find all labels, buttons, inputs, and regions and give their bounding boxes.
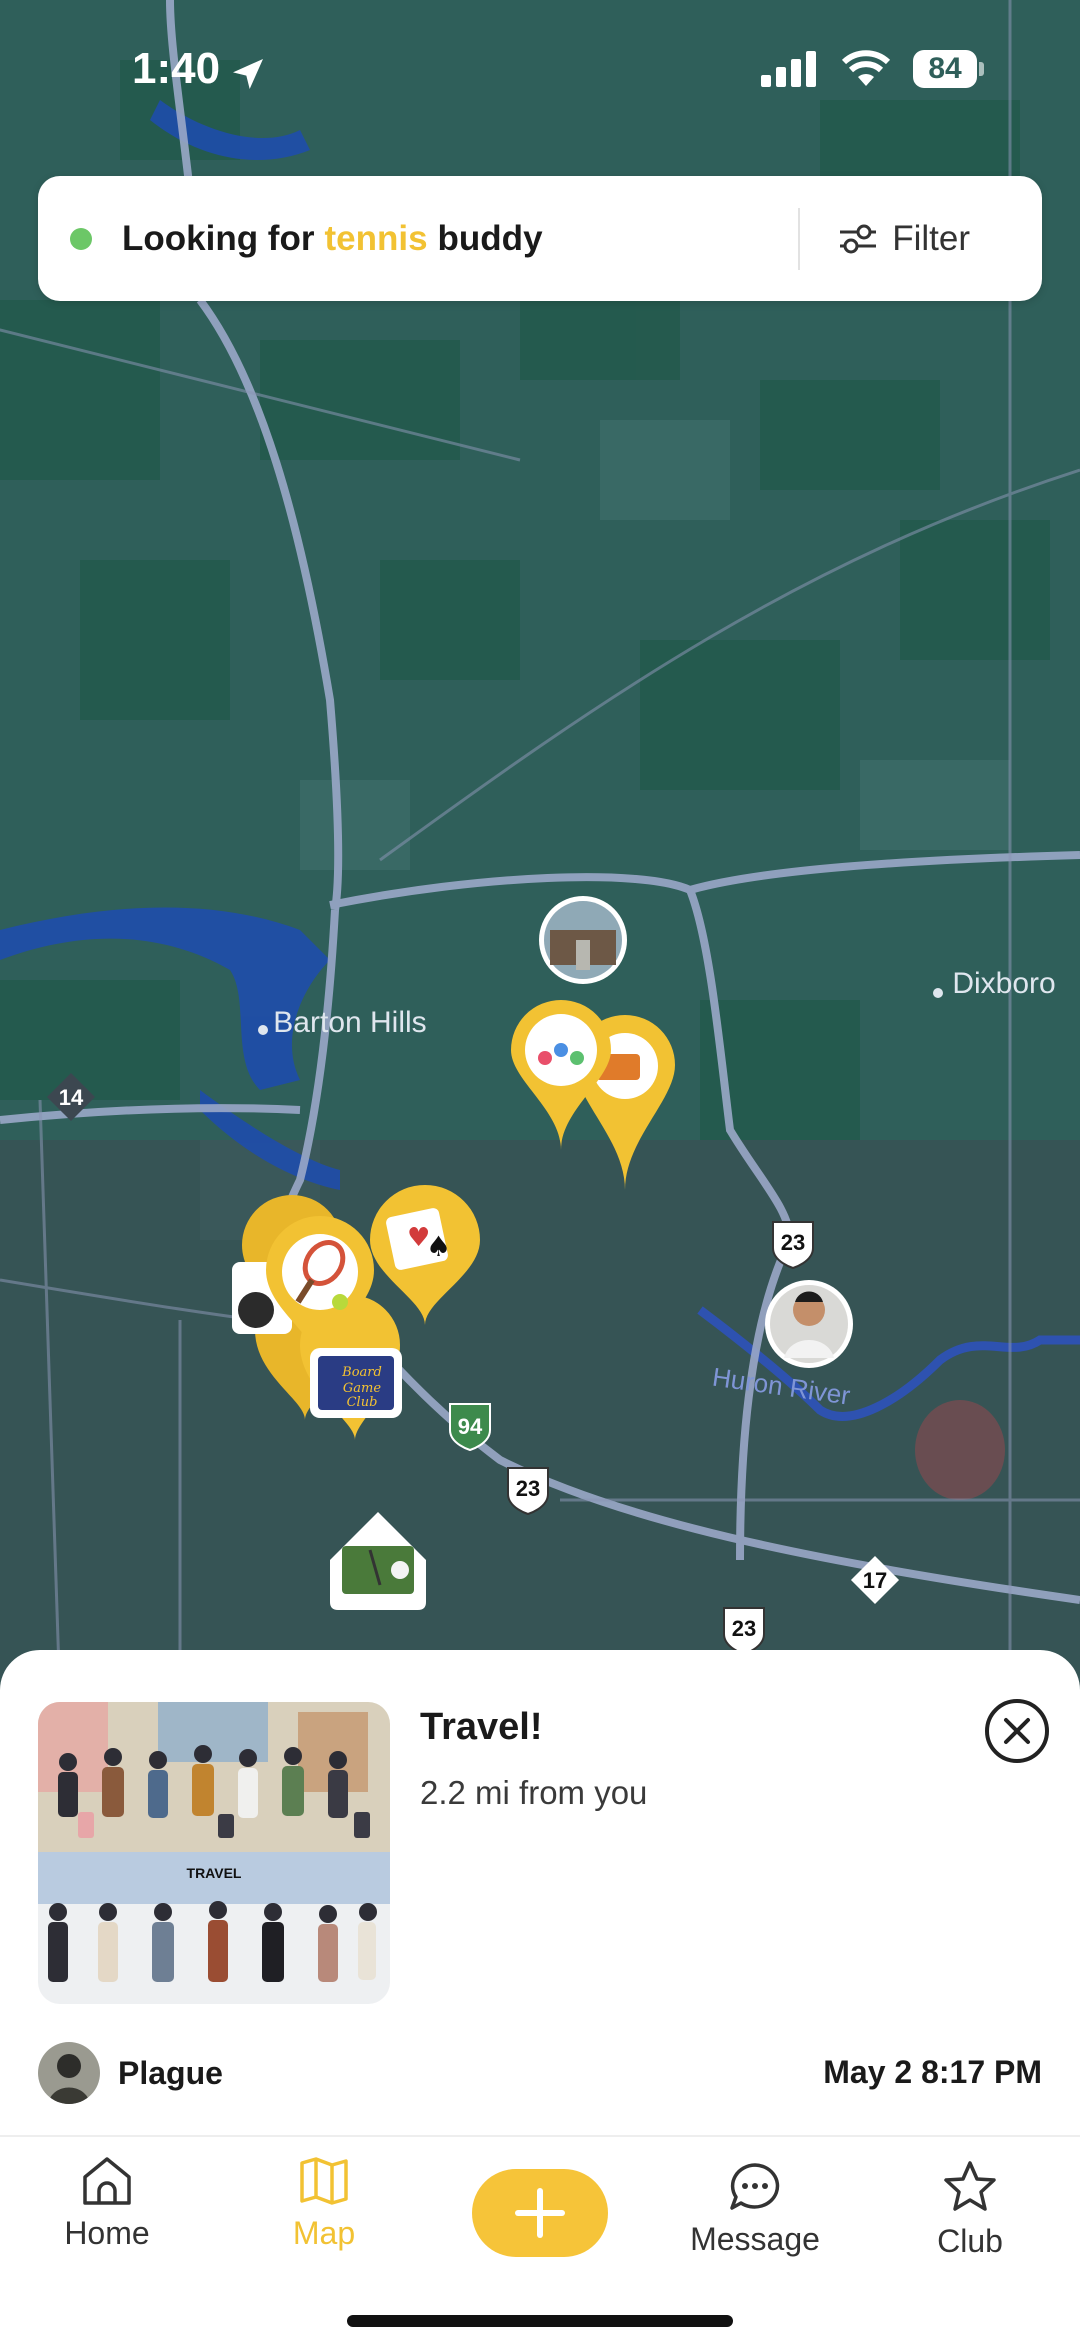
- tab-club[interactable]: Club: [880, 2159, 1060, 2260]
- wifi-icon: [841, 50, 891, 86]
- home-icon: [83, 2157, 131, 2205]
- filter-button[interactable]: Filter: [838, 219, 970, 259]
- author-avatar: [38, 2042, 100, 2104]
- svg-text:14: 14: [59, 1085, 84, 1110]
- svg-text:♠: ♠: [426, 1230, 451, 1263]
- road-shield-94: 94: [449, 1403, 491, 1452]
- svg-text:Club: Club: [347, 1395, 378, 1410]
- road-shield-23-b: 23: [507, 1467, 549, 1516]
- event-detail-sheet[interactable]: TRAVEL Travel! 2.2 mi from you Plague Ma…: [0, 1650, 1080, 2144]
- event-thumbnail[interactable]: TRAVEL: [38, 1702, 390, 2004]
- svg-text:Board: Board: [341, 1365, 382, 1380]
- map-icon: [300, 2157, 348, 2205]
- tab-home[interactable]: Home: [17, 2155, 197, 2252]
- svg-text:23: 23: [732, 1616, 756, 1641]
- status-bar: 1:40 84: [0, 0, 1080, 140]
- create-post-button[interactable]: [472, 2169, 608, 2257]
- location-arrow-icon: [233, 59, 263, 89]
- sliders-icon: [840, 224, 877, 253]
- battery-indicator: 84: [913, 50, 984, 88]
- cellular-signal-icon: [761, 51, 816, 87]
- tab-message[interactable]: Message: [665, 2161, 845, 2258]
- event-distance: 2.2 mi from you: [420, 1774, 648, 1811]
- author-name: Plague: [118, 2054, 223, 2091]
- tab-home-label: Home: [64, 2215, 150, 2251]
- tab-club-label: Club: [937, 2223, 1003, 2259]
- user-avatar-marker-street[interactable]: [539, 896, 627, 984]
- home-indicator: [347, 2315, 733, 2327]
- battery-level: 84: [913, 50, 977, 88]
- svg-text:23: 23: [516, 1476, 540, 1501]
- road-shield-23-c: 23: [723, 1607, 765, 1656]
- user-avatar-marker-person[interactable]: [765, 1280, 853, 1368]
- close-circle-icon[interactable]: [984, 1698, 1050, 1764]
- thumbnail-caption: TRAVEL: [187, 1865, 242, 1881]
- svg-text:23: 23: [781, 1230, 805, 1255]
- search-query[interactable]: Looking for tennis buddy: [122, 219, 798, 259]
- filter-label: Filter: [892, 218, 970, 258]
- svg-text:17: 17: [863, 1568, 887, 1593]
- event-title: Travel!: [420, 1706, 543, 1748]
- svg-text:Game: Game: [343, 1381, 381, 1396]
- tab-map[interactable]: Map: [234, 2155, 414, 2252]
- map-label-barton-hills: Barton Hills: [273, 1006, 426, 1039]
- star-icon: [944, 2161, 996, 2211]
- online-status-dot: [70, 227, 92, 250]
- chat-bubble-icon: [730, 2163, 780, 2210]
- tab-message-label: Message: [690, 2221, 820, 2257]
- tab-map-label: Map: [292, 2215, 356, 2251]
- plus-icon: [515, 2188, 565, 2238]
- activity-search-bar[interactable]: Looking for tennis buddy Filter: [38, 176, 1042, 301]
- event-date: May 2 8:17 PM: [823, 2054, 1042, 2090]
- event-pin-board-game-club[interactable]: Board Game Club: [310, 1348, 402, 1418]
- svg-text:94: 94: [458, 1414, 483, 1439]
- status-time: 1:40: [132, 44, 221, 93]
- bottom-tab-bar: Home Map Message Club: [0, 2135, 1080, 2341]
- event-author[interactable]: Plague: [38, 2042, 223, 2104]
- road-shield-23: 23: [772, 1221, 814, 1270]
- map-label-dixboro: Dixboro: [952, 967, 1055, 1000]
- search-divider: [798, 207, 801, 270]
- search-suffix: buddy: [437, 218, 543, 258]
- search-prefix: Looking for: [122, 218, 315, 258]
- search-highlight: tennis: [324, 218, 428, 258]
